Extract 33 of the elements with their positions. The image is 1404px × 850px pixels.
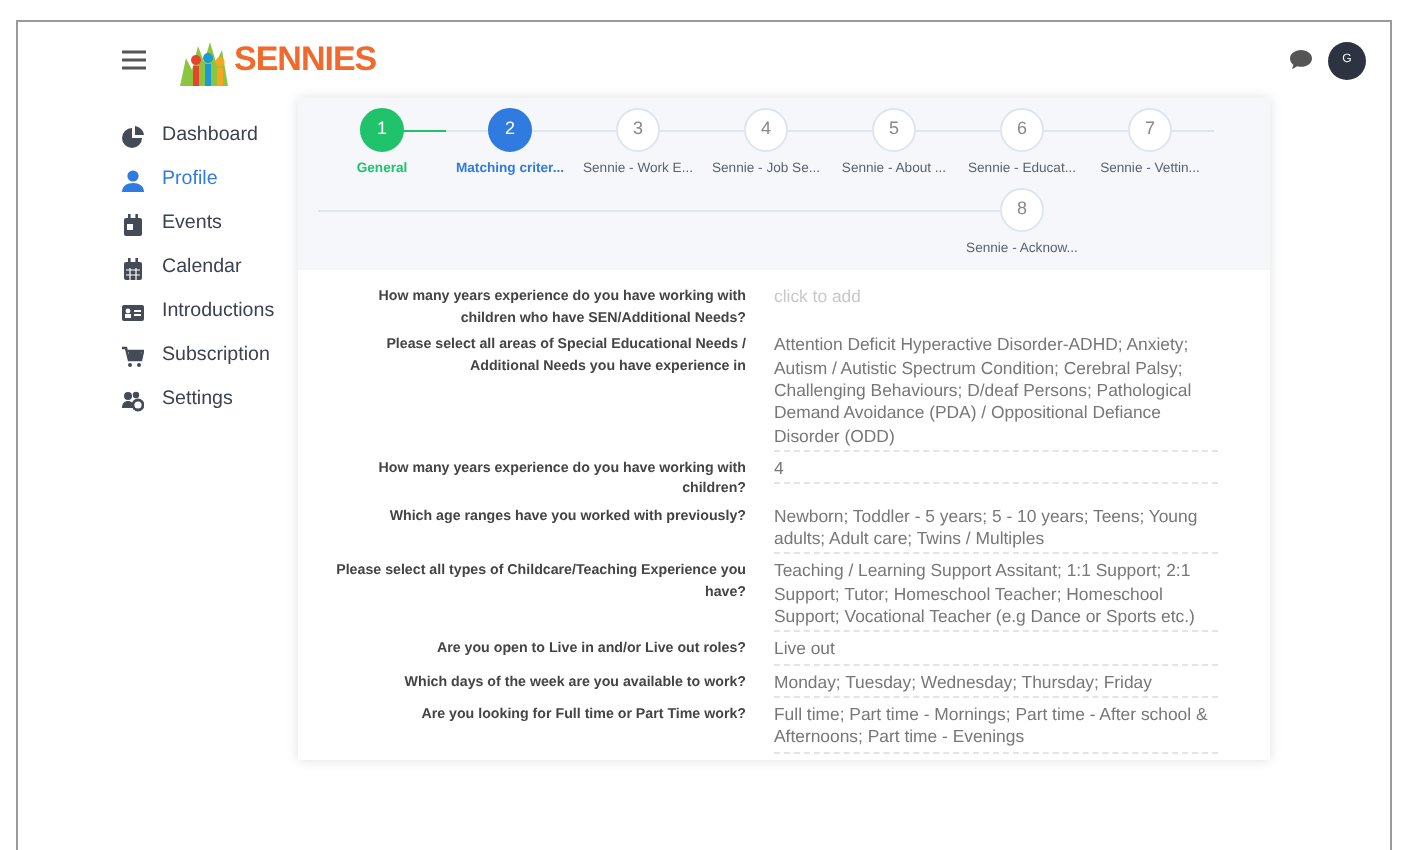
step-number[interactable]: 6 <box>1000 108 1044 152</box>
step-number[interactable]: 5 <box>872 108 916 152</box>
figures-logo-icon <box>178 41 230 86</box>
field-value[interactable]: Attention Deficit Hyperactive Disorder-ADHD; Anxiety; Autism / Autistic Spectrum Condition; Cerebral Palsy; Challenging Behaviours; D/deaf Persons; Pathological Demand Avoidance (PDA) / Oppositional Defiance Disorder (ODD) <box>774 334 1218 452</box>
field-value[interactable]: Full time; Part time - Mornings; Part time - After school & Afternoons; Part time - Evenings <box>774 703 1218 754</box>
id-card-icon <box>122 301 144 323</box>
sidebar-item[interactable]: Introductions <box>162 297 275 327</box>
calendar-icon <box>122 257 144 279</box>
pie-chart-icon <box>122 125 144 147</box>
field-value[interactable]: 4 <box>774 457 1218 485</box>
chat-icon[interactable] <box>1290 50 1312 70</box>
field-value[interactable]: Live out <box>774 638 1218 666</box>
field-value[interactable]: Monday; Tuesday; Wednesday; Thursday; Friday <box>774 671 1218 698</box>
step-number[interactable]: 3 <box>616 108 660 152</box>
sidebar-item[interactable]: Dashboard <box>162 121 258 151</box>
user-icon <box>122 169 144 191</box>
brand-name: SENNIES <box>234 38 377 83</box>
sidebar-item[interactable]: Events <box>162 209 222 239</box>
sidebar-item[interactable]: Calendar <box>162 253 242 283</box>
sidebar-item[interactable]: Settings <box>162 385 233 415</box>
step-number[interactable]: 8 <box>1000 188 1044 233</box>
step-number[interactable]: 1 <box>360 108 404 152</box>
users-gear-icon <box>122 389 144 411</box>
menu-icon[interactable] <box>122 50 146 70</box>
sidebar-item[interactable]: Subscription <box>162 341 270 371</box>
calendar-icon <box>122 213 144 235</box>
field-value[interactable]: Newborn; Toddler - 5 years; 5 - 10 years; Teens; Young adults; Adult care; Twins / Multiples <box>774 505 1218 555</box>
step-number[interactable]: 2 <box>488 108 532 152</box>
cart-icon <box>122 345 144 367</box>
step-number[interactable]: 7 <box>1128 108 1172 152</box>
field-value[interactable]: Teaching / Learning Support Assitant; 1:1 Support; 2:1 Support; Tutor; Homeschool Teacher; Homeschool Support; Vocational Teacher (e.g Dance or Sports etc.) <box>774 560 1218 633</box>
step-number[interactable]: 4 <box>744 108 788 152</box>
sidebar-item[interactable]: Profile <box>162 165 218 195</box>
